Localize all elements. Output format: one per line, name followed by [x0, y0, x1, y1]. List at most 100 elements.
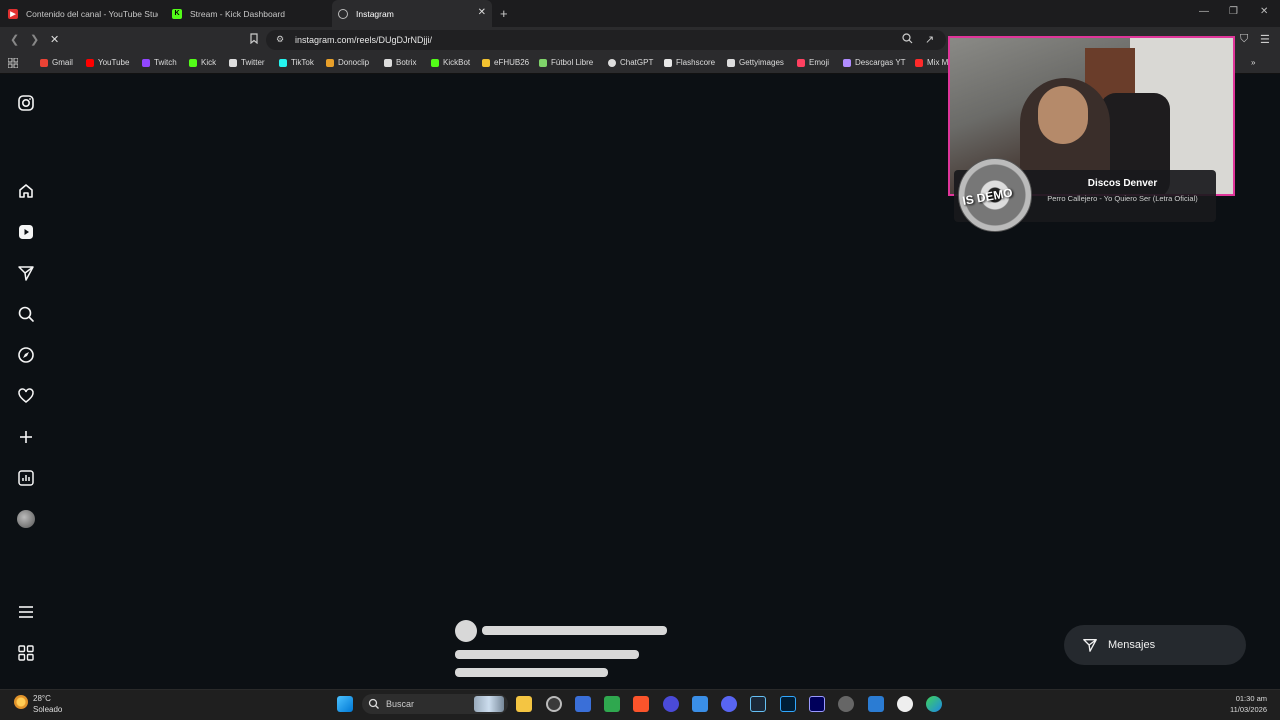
bookmark-gmail[interactable]: Gmail — [40, 58, 73, 67]
more-bookmarks-icon[interactable]: » — [1251, 58, 1255, 67]
menu-icon[interactable] — [17, 603, 35, 621]
start-icon[interactable] — [337, 696, 353, 712]
file-explorer-icon[interactable] — [516, 696, 532, 712]
bookmark-twitch[interactable]: Twitch — [142, 58, 177, 67]
zoom-icon[interactable] — [902, 33, 913, 47]
new-tab-button[interactable]: + — [500, 6, 508, 21]
bookmark-label: Kick — [201, 58, 217, 67]
search-icon — [368, 697, 380, 709]
bookmark-descargas-yt[interactable]: Descargas YT — [843, 58, 906, 67]
home-icon[interactable] — [17, 182, 35, 200]
profile-avatar[interactable] — [17, 510, 35, 528]
bookmark-flashscore[interactable]: Flashscore — [664, 58, 715, 67]
clock-date[interactable]: 11/03/2026 — [1215, 705, 1267, 714]
twitch-icon — [142, 58, 150, 67]
share-icon[interactable]: ↗ — [925, 33, 934, 46]
bookmark-kickbot[interactable]: KickBot — [431, 58, 470, 67]
bookmark-label: Flashscore — [676, 58, 716, 67]
premiere-icon[interactable] — [809, 696, 825, 712]
calculator-icon[interactable] — [692, 696, 708, 712]
webcam-streamer-face — [1038, 86, 1088, 144]
taskbar-search-placeholder: Buscar — [386, 699, 415, 709]
direct-icon — [1083, 639, 1097, 652]
bookmark-label: Twitter — [241, 58, 265, 67]
brave-icon[interactable] — [633, 696, 649, 712]
descargas-icon — [843, 58, 851, 67]
bookmark-label: Donoclip — [338, 58, 370, 67]
close-tab-icon[interactable]: ✕ — [478, 7, 486, 18]
bookmark-icon[interactable] — [249, 33, 259, 47]
dashboard-icon[interactable] — [17, 469, 35, 487]
tab-kick-dashboard[interactable]: K Stream - Kick Dashboard — [172, 0, 322, 27]
explore-icon[interactable] — [17, 346, 35, 364]
forward-button[interactable]: ❯ — [30, 33, 39, 46]
youtube-studio-favicon-icon: ▶ — [8, 8, 18, 19]
bookmark-botrix[interactable]: Botrix — [384, 58, 416, 67]
skeleton-line — [482, 626, 667, 635]
search-highlight-icon — [474, 696, 504, 712]
now-playing-song: Perro Callejero - Yo Quiero Ser (Letra O… — [1047, 194, 1198, 203]
direct-icon[interactable] — [17, 264, 35, 282]
bookmark-youtube[interactable]: YouTube — [86, 58, 129, 67]
kickbot-icon — [431, 58, 439, 67]
reels-icon[interactable] — [17, 223, 35, 241]
apps-icon[interactable] — [17, 644, 35, 662]
heart-icon[interactable] — [17, 387, 35, 405]
app-icon[interactable] — [575, 696, 591, 712]
minimize-button[interactable]: — — [1199, 6, 1209, 17]
bookmark-kick[interactable]: Kick — [189, 58, 216, 67]
close-window-button[interactable]: ✕ — [1260, 6, 1268, 17]
bookmark-label: KickBot — [443, 58, 471, 67]
search-icon[interactable] — [17, 305, 35, 323]
settings-icon[interactable] — [838, 696, 854, 712]
bookmark-tiktok[interactable]: TikTok — [279, 58, 314, 67]
photoshop-icon[interactable] — [780, 696, 796, 712]
bookmark-emoji[interactable]: Emoji — [797, 58, 829, 67]
weather-sun-icon[interactable] — [14, 695, 28, 709]
weather-temperature[interactable]: 28°C — [33, 694, 51, 703]
address-input[interactable]: instagram.com/reels/DUgDJrNDjji/ — [295, 35, 432, 45]
bookmark-label: TikTok — [291, 58, 314, 67]
bookmark-label: YouTube — [98, 58, 130, 67]
weather-description[interactable]: Soleado — [33, 705, 62, 714]
app-icon[interactable] — [546, 696, 562, 712]
instagram-logo-icon[interactable] — [17, 94, 35, 112]
notepad-icon[interactable] — [868, 696, 884, 712]
tab-label: Stream - Kick Dashboard — [190, 8, 285, 19]
edge-icon[interactable] — [926, 696, 942, 712]
bookmark-chatgpt[interactable]: ChatGPT — [608, 58, 653, 67]
skeleton-line — [455, 650, 639, 659]
kick-favicon-icon: K — [172, 8, 182, 19]
youtube-icon — [86, 58, 94, 67]
bookmark-label: Mix M — [927, 58, 949, 67]
tab-youtube-studio[interactable]: ▶ Contenido del canal - YouTube Studio — [8, 0, 158, 27]
steam-icon[interactable] — [750, 696, 766, 712]
brave-shield-icon[interactable]: ⛉ — [1240, 33, 1248, 46]
bookmark-twitter[interactable]: Twitter — [229, 58, 265, 67]
bookmark-futbol-libre[interactable]: Fútbol Libre — [539, 58, 593, 67]
clock-time[interactable]: 01:30 am — [1225, 694, 1267, 703]
tab-instagram[interactable]: Instagram ✕ — [332, 0, 492, 27]
skeleton-line — [455, 668, 608, 677]
browser-menu-icon[interactable]: ☰ — [1260, 33, 1270, 46]
bookmark-gettyimages[interactable]: Gettyimages — [727, 58, 784, 67]
restore-button[interactable]: ❐ — [1229, 6, 1238, 17]
back-button[interactable]: ❮ — [10, 33, 19, 46]
mix-icon — [915, 58, 923, 67]
create-icon[interactable] — [17, 428, 35, 446]
media-player-icon[interactable] — [897, 696, 913, 712]
bookmark-mix[interactable]: Mix M — [915, 58, 948, 67]
bookmark-donoclip[interactable]: Donoclip — [326, 58, 369, 67]
site-info-icon[interactable]: ⚙ — [276, 34, 284, 45]
messages-button[interactable]: Mensajes — [1064, 625, 1246, 665]
bookmark-efhub26[interactable]: eFHUB26 — [482, 58, 529, 67]
discord-icon[interactable] — [721, 696, 737, 712]
loading-spinner-icon — [338, 8, 348, 19]
app-icon[interactable] — [663, 696, 679, 712]
gmail-icon — [40, 58, 48, 67]
x-icon — [229, 58, 237, 67]
app-icon[interactable] — [604, 696, 620, 712]
apps-grid-icon[interactable] — [8, 58, 18, 68]
gettyimages-icon — [727, 58, 735, 67]
stop-loading-button[interactable]: ✕ — [50, 33, 59, 46]
